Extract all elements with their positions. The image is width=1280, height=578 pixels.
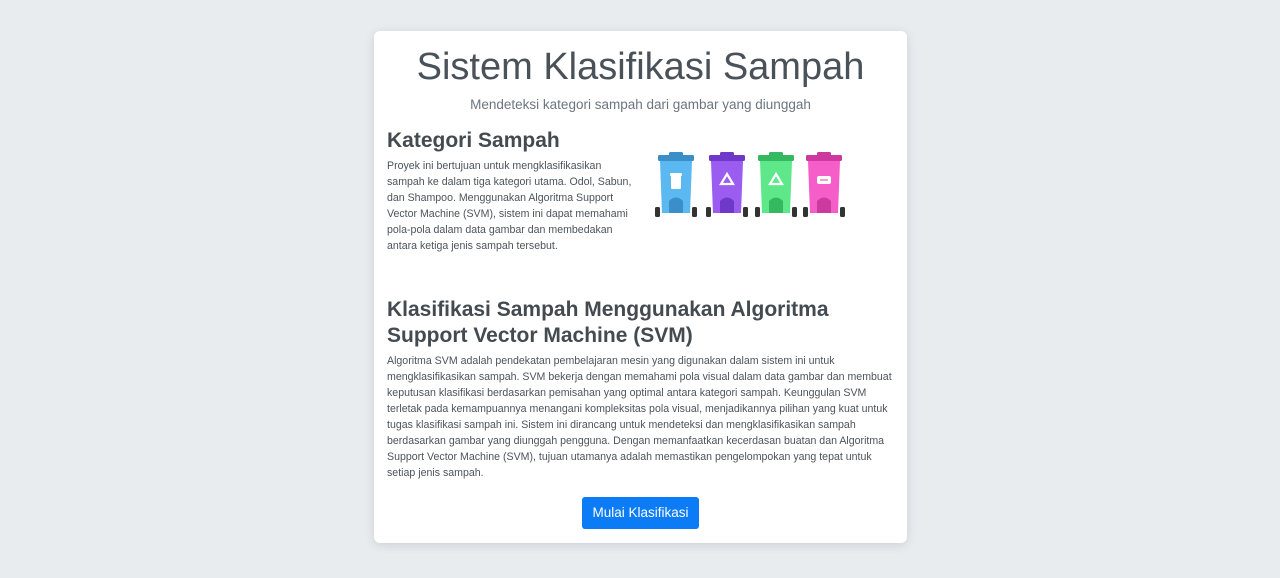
trash-bin-pink: [803, 152, 845, 217]
categories-heading: Kategori Sampah: [387, 129, 560, 152]
categories-description: Proyek ini bertujuan untuk mengklasifika…: [387, 160, 632, 252]
battery-icon: [817, 176, 831, 184]
trash-bin-blue: [655, 152, 697, 217]
svm-description: Algoritma SVM adalah pendekatan pembelaj…: [387, 355, 892, 479]
start-classification-button[interactable]: Mulai Klasifikasi: [582, 497, 699, 529]
main-card: Sistem Klasifikasi Sampah Mendeteksi kat…: [374, 31, 907, 543]
svm-heading: Klasifikasi Sampah Menggunakan Algoritma…: [387, 298, 829, 347]
trash-bins-illustration: [655, 152, 845, 217]
trash-bin-green: [755, 152, 797, 217]
page-title: Sistem Klasifikasi Sampah: [416, 46, 865, 88]
page-subtitle: Mendeteksi kategori sampah dari gambar y…: [470, 97, 811, 112]
cup-icon: [670, 173, 682, 189]
trash-bin-purple: [706, 152, 748, 217]
